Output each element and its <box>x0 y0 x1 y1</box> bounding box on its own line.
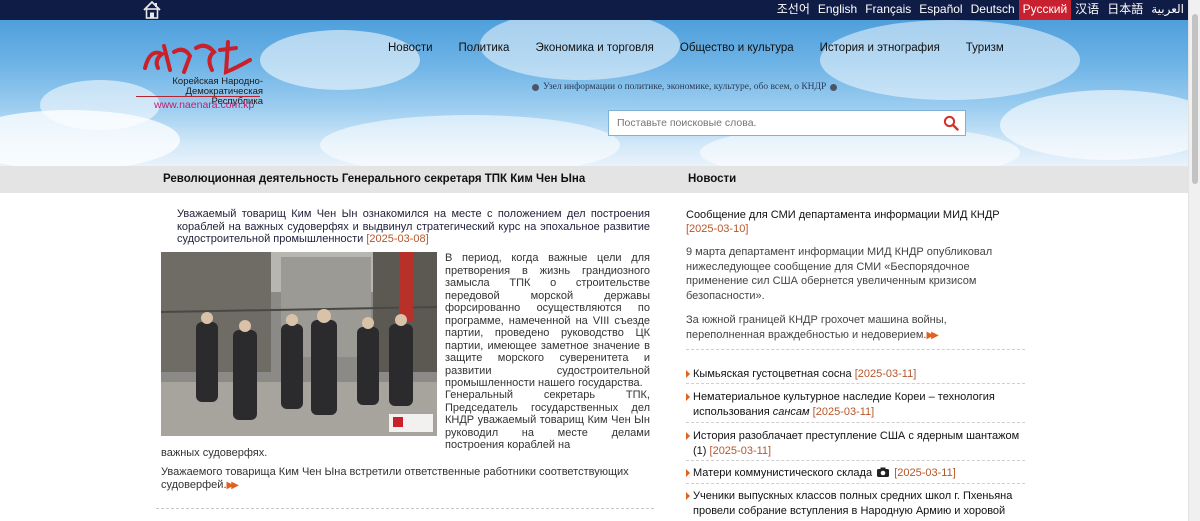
lang-japanese[interactable]: 日本語 <box>1103 0 1147 20</box>
article-paragraph: В период, когда важные цели для претворе… <box>445 252 650 389</box>
section-title-news[interactable]: Новости <box>688 173 736 185</box>
top-news-summary: 9 марта департамент информации МИД КНДР … <box>686 246 993 302</box>
lang-spanish[interactable]: Español <box>915 0 966 20</box>
news-list-item[interactable]: Ученики выпускных классов полных средних… <box>686 489 1024 518</box>
language-bar: 조선어 English Français Español Deutsch Рус… <box>0 0 1188 20</box>
divider <box>686 422 1025 423</box>
top-news-title[interactable]: Сообщение для СМИ департамента информаци… <box>686 208 1026 222</box>
logo-url[interactable]: www.naenara.com.kp <box>154 99 254 111</box>
top-news-summary: За южной границей КНДР грохочет машина в… <box>686 314 947 341</box>
divider <box>686 460 1025 461</box>
site-header: Корейская Народно- Демократическая Респу… <box>0 20 1188 166</box>
news-list-item[interactable]: Нематериальное культурное наследие Кореи… <box>686 390 1024 419</box>
main-nav: Новости Политика Экономика и торговля Об… <box>388 42 1030 54</box>
page-scrollbar[interactable] <box>1188 0 1200 521</box>
search-box <box>608 110 966 136</box>
article-paragraph: Уважаемого товарища Ким Чен Ына встретил… <box>161 466 629 491</box>
divider <box>686 349 1025 350</box>
lead-date: [2025-03-08] <box>366 233 429 245</box>
naenara-logo[interactable] <box>140 38 260 78</box>
divider <box>686 483 1025 484</box>
lead-article-title[interactable]: Уважаемый товарищ Ким Чен Ын ознакомился… <box>177 208 650 246</box>
bullet-icon <box>686 370 690 378</box>
bullet-icon <box>532 83 539 91</box>
scrollbar-thumb[interactable] <box>1192 14 1198 184</box>
top-news-date: [2025-03-10] <box>686 223 749 235</box>
article-paragraph: Генеральный секретарь ТПК, Председатель … <box>445 389 650 451</box>
bullet-icon <box>686 492 690 500</box>
article-photo[interactable] <box>161 252 437 436</box>
nav-history[interactable]: История и этнография <box>820 42 940 54</box>
bullet-icon <box>830 83 838 91</box>
search-icon[interactable] <box>943 115 959 131</box>
bullet-icon <box>686 432 690 440</box>
lang-arabic[interactable]: العربية <box>1147 0 1188 20</box>
site-tagline: Узел информации о политике, экономике, к… <box>528 82 841 92</box>
bullet-icon <box>686 469 690 477</box>
nav-news[interactable]: Новости <box>388 42 433 54</box>
language-list: 조선어 English Français Español Deutsch Рус… <box>773 0 1188 20</box>
more-arrow-icon[interactable]: ▶▶ <box>227 480 240 491</box>
article-paragraph: важных судоверфях. <box>161 447 268 459</box>
home-icon[interactable] <box>142 0 162 20</box>
lang-korean[interactable]: 조선어 <box>773 0 814 20</box>
nav-society[interactable]: Общество и культура <box>680 42 794 54</box>
nav-economy[interactable]: Экономика и торговля <box>535 42 653 54</box>
lang-russian[interactable]: Русский <box>1018 0 1072 20</box>
lang-german[interactable]: Deutsch <box>967 0 1019 20</box>
bullet-icon <box>686 393 690 401</box>
lang-chinese[interactable]: 汉语 <box>1071 0 1103 20</box>
section-title-activity[interactable]: Революционная деятельность Генерального … <box>163 173 585 185</box>
news-list-item[interactable]: Матери коммунистического склада [2025-03… <box>686 466 1024 481</box>
lang-french[interactable]: Français <box>861 0 915 20</box>
nav-politics[interactable]: Политика <box>459 42 510 54</box>
camera-icon <box>877 467 890 477</box>
more-arrow-icon[interactable]: ▶▶ <box>926 330 939 341</box>
search-input[interactable] <box>609 111 929 135</box>
lang-english[interactable]: English <box>814 0 861 20</box>
divider <box>686 383 1025 384</box>
divider <box>156 508 654 509</box>
news-list-item[interactable]: История разоблачает преступление США с я… <box>686 429 1024 458</box>
news-list-item[interactable]: Кымьяская густоцветная сосна [2025-03-11… <box>686 367 1024 382</box>
logo-divider <box>136 96 260 97</box>
nav-tourism[interactable]: Туризм <box>966 42 1004 54</box>
